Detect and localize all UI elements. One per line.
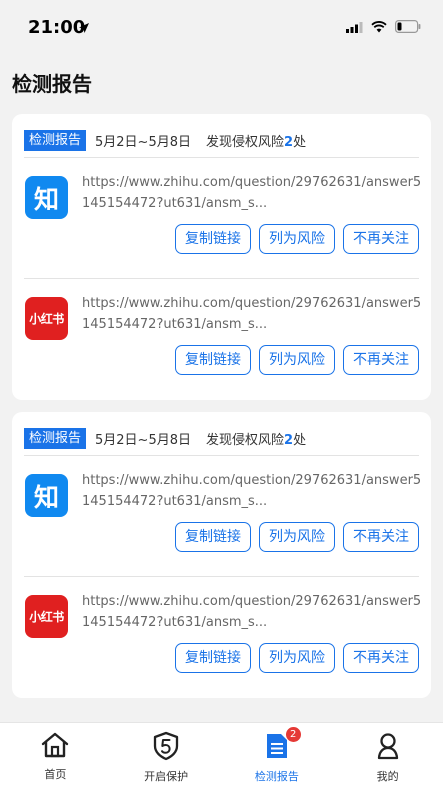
- ignore-button[interactable]: 不再关注: [343, 643, 419, 673]
- ignore-button[interactable]: 不再关注: [343, 224, 419, 254]
- entry-actions: 复制链接 列为风险 不再关注: [175, 224, 419, 254]
- mark-risk-button[interactable]: 列为风险: [259, 522, 335, 552]
- copy-link-button[interactable]: 复制链接: [175, 345, 251, 375]
- risk-prefix: 发现侵权风险: [206, 134, 285, 150]
- home-icon: [40, 731, 70, 763]
- entry-actions: 复制链接 列为风险 不再关注: [175, 643, 419, 673]
- tab-label: 首页: [44, 768, 67, 781]
- report-card: 检测报告 5月2日~5月8日 发现侵权风险2处 知 https://www.zh…: [12, 412, 431, 698]
- copy-link-button[interactable]: 复制链接: [175, 522, 251, 552]
- bottom-tab-bar: 首页 开启保护 2 检测报告 我的: [0, 722, 443, 793]
- mark-risk-button[interactable]: 列为风险: [259, 345, 335, 375]
- zhihu-logo-icon: 知: [25, 176, 68, 219]
- entry-actions: 复制链接 列为风险 不再关注: [175, 345, 419, 375]
- risk-prefix: 发现侵权风险: [206, 432, 285, 448]
- entry-url: https://www.zhihu.com/question/29762631/…: [82, 594, 422, 630]
- report-card-header: 检测报告 5月2日~5月8日 发现侵权风险2处: [24, 128, 419, 152]
- page-title: 检测报告: [12, 72, 92, 96]
- entry-url: https://www.zhihu.com/question/29762631/…: [82, 473, 422, 509]
- location-arrow-icon: [78, 19, 90, 38]
- risk-suffix: 处: [293, 432, 307, 448]
- entry-url: https://www.zhihu.com/question/29762631/…: [82, 296, 422, 332]
- mark-risk-button[interactable]: 列为风险: [259, 643, 335, 673]
- copy-link-button[interactable]: 复制链接: [175, 224, 251, 254]
- notification-badge: 2: [285, 727, 301, 742]
- ignore-button[interactable]: 不再关注: [343, 522, 419, 552]
- risk-suffix: 处: [293, 134, 307, 150]
- risk-summary: 发现侵权风险2处: [206, 429, 306, 448]
- report-card: 检测报告 5月2日~5月8日 发现侵权风险2处 知 https://www.zh…: [12, 114, 431, 400]
- wifi-icon: [371, 18, 387, 37]
- tab-profile[interactable]: 我的: [332, 723, 443, 793]
- risk-count: 2: [284, 134, 294, 150]
- profile-icon: [375, 731, 401, 765]
- report-tag: 检测报告: [24, 129, 87, 151]
- risk-entry-xiaohongshu: 小红书 https://www.zhihu.com/question/29762…: [12, 577, 431, 687]
- tab-label: 开启保护: [144, 770, 189, 783]
- risk-entry-xiaohongshu: 小红书 https://www.zhihu.com/question/29762…: [12, 279, 431, 389]
- report-tag: 检测报告: [24, 427, 87, 449]
- cellular-signal-icon: [346, 18, 363, 37]
- mark-risk-button[interactable]: 列为风险: [259, 224, 335, 254]
- risk-entry-zhihu: 知 https://www.zhihu.com/question/2976263…: [12, 158, 431, 268]
- battery-icon: [395, 18, 421, 37]
- tab-report[interactable]: 2 检测报告: [222, 723, 333, 793]
- zhihu-logo-icon: 知: [25, 474, 68, 517]
- ignore-button[interactable]: 不再关注: [343, 345, 419, 375]
- date-range: 5月2日~5月8日: [95, 432, 191, 448]
- entry-actions: 复制链接 列为风险 不再关注: [175, 522, 419, 552]
- tab-label: 检测报告: [254, 770, 299, 783]
- tab-home[interactable]: 首页: [0, 723, 111, 793]
- risk-count: 2: [284, 432, 294, 448]
- xiaohongshu-logo-icon: 小红书: [25, 297, 68, 340]
- date-range: 5月2日~5月8日: [95, 134, 191, 150]
- status-time: 21:00: [28, 17, 86, 38]
- shield-icon: [151, 731, 181, 765]
- risk-entry-zhihu: 知 https://www.zhihu.com/question/2976263…: [12, 456, 431, 566]
- copy-link-button[interactable]: 复制链接: [175, 643, 251, 673]
- status-bar: 21:00: [0, 0, 443, 56]
- xiaohongshu-logo-icon: 小红书: [25, 595, 68, 638]
- risk-summary: 发现侵权风险2处: [206, 131, 306, 150]
- tab-protection[interactable]: 开启保护: [111, 723, 222, 793]
- report-card-header: 检测报告 5月2日~5月8日 发现侵权风险2处: [24, 426, 419, 450]
- tab-label: 我的: [376, 770, 399, 783]
- entry-url: https://www.zhihu.com/question/29762631/…: [82, 175, 422, 211]
